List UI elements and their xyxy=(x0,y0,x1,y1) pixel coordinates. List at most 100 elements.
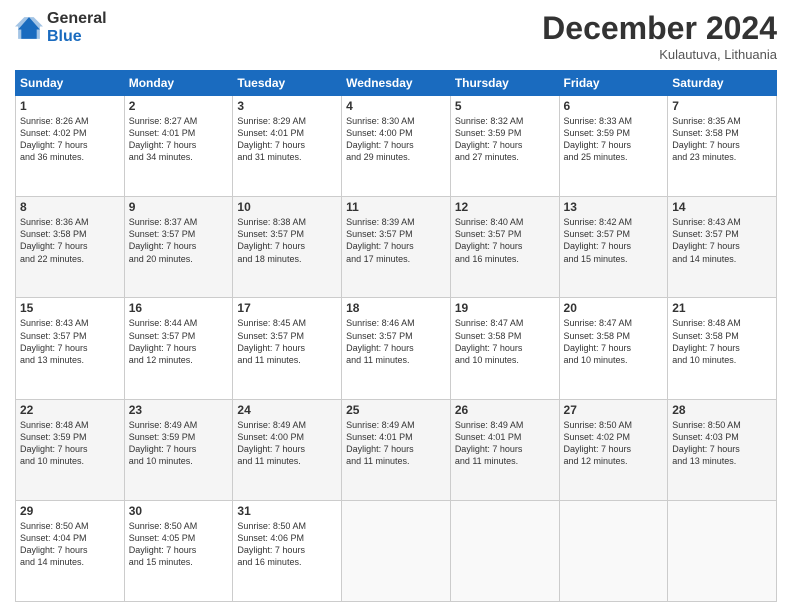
table-row: 27 Sunrise: 8:50 AMSunset: 4:02 PMDayligh… xyxy=(559,399,668,500)
table-row: 11Sunrise: 8:39 AMSunset: 3:57 PMDayligh… xyxy=(342,197,451,298)
title-block: December 2024 Kulautuva, Lithuania xyxy=(542,10,777,62)
day-number: 21 xyxy=(672,301,772,315)
col-sunday: Sunday xyxy=(16,71,125,96)
table-row xyxy=(450,500,559,601)
day-info: Sunrise: 8:43 AMSunset: 3:57 PMDaylight:… xyxy=(672,216,772,265)
day-number: 3 xyxy=(237,99,337,113)
table-row: 29 Sunrise: 8:50 AMSunset: 4:04 PMDayligh… xyxy=(16,500,125,601)
location: Kulautuva, Lithuania xyxy=(542,47,777,62)
day-info: Sunrise: 8:50 AMSunset: 4:02 PMDaylight:… xyxy=(564,419,664,468)
day-info: Sunrise: 8:49 AMSunset: 4:01 PMDaylight:… xyxy=(346,419,446,468)
day-number: 11 xyxy=(346,200,446,214)
table-row: 1 Sunrise: 8:26 AMSunset: 4:02 PMDaylight… xyxy=(16,96,125,197)
generalblue-icon xyxy=(15,14,43,42)
day-number: 9 xyxy=(129,200,229,214)
day-number: 8 xyxy=(20,200,120,214)
day-info: Sunrise: 8:50 AMSunset: 4:05 PMDaylight:… xyxy=(129,520,229,569)
day-info: Sunrise: 8:46 AMSunset: 3:57 PMDaylight:… xyxy=(346,317,446,366)
day-info: Sunrise: 8:50 AMSunset: 4:04 PMDaylight:… xyxy=(20,520,120,569)
table-row: 10Sunrise: 8:38 AMSunset: 3:57 PMDayligh… xyxy=(233,197,342,298)
day-info: Sunrise: 8:43 AMSunset: 3:57 PMDaylight:… xyxy=(20,317,120,366)
day-info: Sunrise: 8:47 AMSunset: 3:58 PMDaylight:… xyxy=(564,317,664,366)
table-row: 28Sunrise: 8:50 AMSunset: 4:03 PMDayligh… xyxy=(668,399,777,500)
day-info: Sunrise: 8:48 AMSunset: 3:59 PMDaylight:… xyxy=(20,419,120,468)
table-row: 22 Sunrise: 8:48 AMSunset: 3:59 PMDayligh… xyxy=(16,399,125,500)
table-row: 13 Sunrise: 8:42 AMSunset: 3:57 PMDayligh… xyxy=(559,197,668,298)
day-number: 7 xyxy=(672,99,772,113)
table-row: 14 Sunrise: 8:43 AMSunset: 3:57 PMDayligh… xyxy=(668,197,777,298)
day-info: Sunrise: 8:44 AMSunset: 3:57 PMDaylight:… xyxy=(129,317,229,366)
table-row: 3 Sunrise: 8:29 AMSunset: 4:01 PMDaylight… xyxy=(233,96,342,197)
day-info: Sunrise: 8:36 AMSunset: 3:58 PMDaylight:… xyxy=(20,216,120,265)
day-info: Sunrise: 8:27 AMSunset: 4:01 PMDaylight:… xyxy=(129,115,229,164)
day-number: 15 xyxy=(20,301,120,315)
day-info: Sunrise: 8:35 AMSunset: 3:58 PMDaylight:… xyxy=(672,115,772,164)
day-info: Sunrise: 8:40 AMSunset: 3:57 PMDaylight:… xyxy=(455,216,555,265)
table-row: 30 Sunrise: 8:50 AMSunset: 4:05 PMDayligh… xyxy=(124,500,233,601)
calendar-week-row: 1 Sunrise: 8:26 AMSunset: 4:02 PMDaylight… xyxy=(16,96,777,197)
day-number: 24 xyxy=(237,403,337,417)
calendar-week-row: 29 Sunrise: 8:50 AMSunset: 4:04 PMDayligh… xyxy=(16,500,777,601)
month-title: December 2024 xyxy=(542,10,777,47)
table-row: 20 Sunrise: 8:47 AMSunset: 3:58 PMDayligh… xyxy=(559,298,668,399)
day-number: 20 xyxy=(564,301,664,315)
table-row: 19 Sunrise: 8:47 AMSunset: 3:58 PMDayligh… xyxy=(450,298,559,399)
day-number: 12 xyxy=(455,200,555,214)
logo-blue: Blue xyxy=(47,28,107,46)
day-info: Sunrise: 8:29 AMSunset: 4:01 PMDaylight:… xyxy=(237,115,337,164)
day-info: Sunrise: 8:49 AMSunset: 3:59 PMDaylight:… xyxy=(129,419,229,468)
table-row: 4Sunrise: 8:30 AMSunset: 4:00 PMDaylight… xyxy=(342,96,451,197)
col-friday: Friday xyxy=(559,71,668,96)
col-wednesday: Wednesday xyxy=(342,71,451,96)
day-number: 6 xyxy=(564,99,664,113)
day-number: 13 xyxy=(564,200,664,214)
logo-text: General Blue xyxy=(47,10,107,45)
day-info: Sunrise: 8:26 AMSunset: 4:02 PMDaylight:… xyxy=(20,115,120,164)
day-info: Sunrise: 8:49 AMSunset: 4:01 PMDaylight:… xyxy=(455,419,555,468)
col-saturday: Saturday xyxy=(668,71,777,96)
day-number: 16 xyxy=(129,301,229,315)
page: General Blue December 2024 Kulautuva, Li… xyxy=(0,0,792,612)
table-row: 24 Sunrise: 8:49 AMSunset: 4:00 PMDayligh… xyxy=(233,399,342,500)
day-info: Sunrise: 8:45 AMSunset: 3:57 PMDaylight:… xyxy=(237,317,337,366)
day-info: Sunrise: 8:38 AMSunset: 3:57 PMDaylight:… xyxy=(237,216,337,265)
day-number: 27 xyxy=(564,403,664,417)
day-number: 28 xyxy=(672,403,772,417)
table-row: 17 Sunrise: 8:45 AMSunset: 3:57 PMDayligh… xyxy=(233,298,342,399)
day-info: Sunrise: 8:48 AMSunset: 3:58 PMDaylight:… xyxy=(672,317,772,366)
table-row: 5Sunrise: 8:32 AMSunset: 3:59 PMDaylight… xyxy=(450,96,559,197)
day-number: 26 xyxy=(455,403,555,417)
day-info: Sunrise: 8:49 AMSunset: 4:00 PMDaylight:… xyxy=(237,419,337,468)
day-number: 29 xyxy=(20,504,120,518)
table-row: 16 Sunrise: 8:44 AMSunset: 3:57 PMDayligh… xyxy=(124,298,233,399)
table-row: 8 Sunrise: 8:36 AMSunset: 3:58 PMDaylight… xyxy=(16,197,125,298)
logo: General Blue xyxy=(15,10,107,45)
table-row xyxy=(559,500,668,601)
day-info: Sunrise: 8:37 AMSunset: 3:57 PMDaylight:… xyxy=(129,216,229,265)
day-number: 18 xyxy=(346,301,446,315)
day-info: Sunrise: 8:50 AMSunset: 4:06 PMDaylight:… xyxy=(237,520,337,569)
logo-general: General xyxy=(47,10,107,28)
day-number: 31 xyxy=(237,504,337,518)
col-tuesday: Tuesday xyxy=(233,71,342,96)
table-row: 2 Sunrise: 8:27 AMSunset: 4:01 PMDaylight… xyxy=(124,96,233,197)
table-row: 25Sunrise: 8:49 AMSunset: 4:01 PMDayligh… xyxy=(342,399,451,500)
day-info: Sunrise: 8:33 AMSunset: 3:59 PMDaylight:… xyxy=(564,115,664,164)
day-number: 14 xyxy=(672,200,772,214)
day-info: Sunrise: 8:42 AMSunset: 3:57 PMDaylight:… xyxy=(564,216,664,265)
col-monday: Monday xyxy=(124,71,233,96)
table-row xyxy=(668,500,777,601)
day-number: 19 xyxy=(455,301,555,315)
day-number: 22 xyxy=(20,403,120,417)
day-number: 30 xyxy=(129,504,229,518)
table-row xyxy=(342,500,451,601)
day-number: 1 xyxy=(20,99,120,113)
day-number: 4 xyxy=(346,99,446,113)
calendar-week-row: 22 Sunrise: 8:48 AMSunset: 3:59 PMDayligh… xyxy=(16,399,777,500)
day-info: Sunrise: 8:47 AMSunset: 3:58 PMDaylight:… xyxy=(455,317,555,366)
day-number: 17 xyxy=(237,301,337,315)
day-info: Sunrise: 8:32 AMSunset: 3:59 PMDaylight:… xyxy=(455,115,555,164)
calendar-week-row: 8 Sunrise: 8:36 AMSunset: 3:58 PMDaylight… xyxy=(16,197,777,298)
table-row: 9 Sunrise: 8:37 AMSunset: 3:57 PMDaylight… xyxy=(124,197,233,298)
day-number: 2 xyxy=(129,99,229,113)
